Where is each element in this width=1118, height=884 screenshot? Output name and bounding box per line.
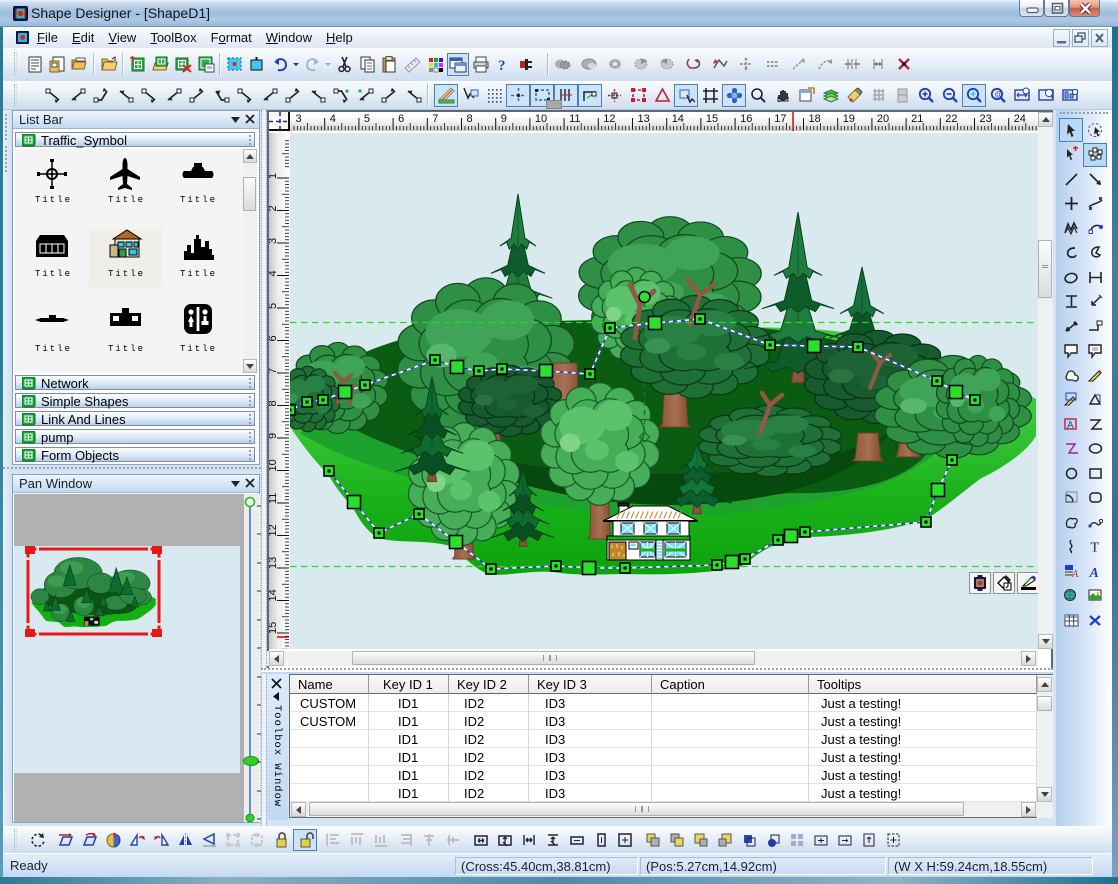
svg-text:2: 2 [269,205,279,211]
svg-text:10: 10 [535,113,547,125]
svg-text:14: 14 [269,589,279,601]
svg-text:1: 1 [269,173,279,179]
svg-text:21: 21 [911,113,923,125]
svg-text:15: 15 [706,113,718,125]
svg-text:5: 5 [269,303,279,309]
svg-text:12: 12 [603,113,615,125]
svg-text:9: 9 [269,433,279,439]
svg-text:15: 15 [269,622,279,634]
svg-text:16: 16 [740,113,752,125]
svg-text:13: 13 [638,113,650,125]
svg-text:12: 12 [269,524,279,536]
svg-text:A: A [1071,569,1079,580]
svg-text:8: 8 [269,400,279,406]
svg-text:A: A [1088,566,1098,580]
svg-text:4: 4 [330,113,336,125]
svg-text:11: 11 [569,113,580,125]
svg-text:18: 18 [809,113,821,125]
svg-text:11: 11 [269,493,279,504]
svg-text:4: 4 [269,270,279,276]
svg-text:7: 7 [269,368,279,374]
svg-text:9: 9 [501,113,507,125]
svg-text:A: A [1067,420,1074,431]
svg-text:23: 23 [980,113,992,125]
svg-text:17: 17 [774,113,786,125]
svg-text:19: 19 [843,113,855,125]
svg-text:8: 8 [467,113,473,125]
svg-text:10: 10 [269,459,279,471]
svg-text:6: 6 [398,113,404,125]
svg-text:7: 7 [432,113,438,125]
svg-text:3: 3 [269,238,279,244]
svg-text:?: ? [498,58,506,73]
svg-text:24: 24 [1014,113,1026,125]
svg-text:13: 13 [269,557,279,569]
svg-text:6: 6 [269,335,279,341]
svg-text:5: 5 [364,113,370,125]
svg-text:3: 3 [296,113,302,125]
svg-text:20: 20 [877,113,889,125]
svg-text:T: T [1090,541,1099,556]
svg-text:22: 22 [945,113,957,125]
svg-text:14: 14 [672,113,684,125]
svg-text:@: @ [994,90,1002,99]
